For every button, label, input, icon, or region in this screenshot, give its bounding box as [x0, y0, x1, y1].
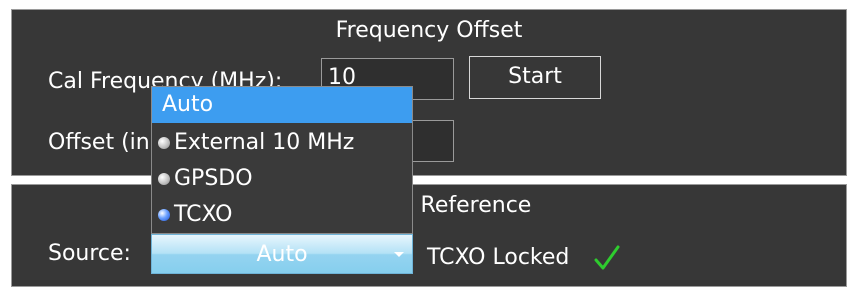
dropdown-option-label: GPSDO	[174, 166, 253, 191]
dropdown-option-label: External 10 MHz	[174, 130, 355, 155]
start-button[interactable]: Start	[469, 56, 601, 99]
dropdown-option-label: TCXO	[174, 202, 233, 227]
radio-bullet-icon	[158, 173, 170, 185]
source-combobox-value: Auto	[256, 242, 308, 267]
source-dropdown-list: Auto External 10 MHz GPSDO TCXO	[151, 86, 413, 234]
dropdown-option-external-10mhz[interactable]: External 10 MHz	[152, 125, 412, 161]
reference-panel: z Reference Source: TCXO Locked	[11, 184, 847, 287]
dropdown-option-label: Auto	[162, 92, 214, 117]
source-label: Source:	[48, 241, 131, 266]
check-icon	[594, 245, 620, 270]
radio-bullet-selected-icon	[158, 209, 170, 221]
reference-title: z Reference	[402, 193, 532, 218]
chevron-down-icon[interactable]	[394, 252, 404, 257]
dropdown-option-gpsdo[interactable]: GPSDO	[152, 161, 412, 197]
lock-status-text: TCXO Locked	[427, 245, 570, 270]
radio-bullet-icon	[158, 137, 170, 149]
offset-label: Offset (in	[48, 130, 150, 155]
source-combobox[interactable]: Auto	[151, 234, 413, 274]
frequency-offset-title: Frequency Offset	[335, 18, 523, 43]
dropdown-option-tcxo[interactable]: TCXO	[152, 197, 412, 233]
dropdown-option-auto[interactable]: Auto	[152, 87, 412, 123]
frequency-offset-panel: Frequency Offset Cal Frequency (MHz): 10…	[11, 9, 847, 176]
